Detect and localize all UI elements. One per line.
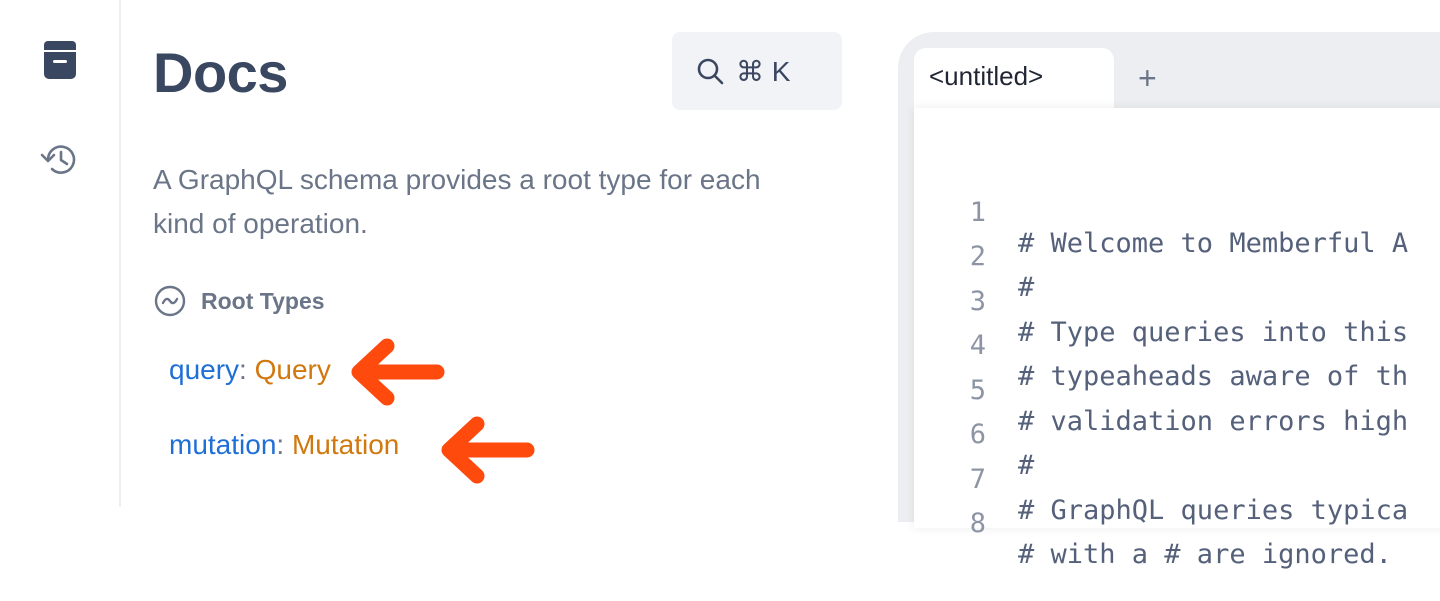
code-line: 2 # bbox=[914, 210, 1035, 303]
code-text: # bbox=[1018, 450, 1035, 481]
query-editor[interactable]: 1 # Welcome to Memberful A 2 # 3 # Type … bbox=[914, 108, 1440, 570]
tab-untitled[interactable]: <untitled> bbox=[914, 48, 1114, 108]
code-line: 7 # GraphQL queries typica bbox=[914, 433, 1408, 526]
code-text: # bbox=[1018, 272, 1035, 303]
add-tab-button[interactable]: + bbox=[1138, 60, 1157, 96]
field-type[interactable]: Query bbox=[255, 354, 331, 385]
line-number: 8 bbox=[969, 508, 986, 539]
code-text: # Welcome to Memberful A bbox=[1018, 228, 1409, 259]
docs-panel: Docs ⌘ K A GraphQL schema provides a roo… bbox=[121, 0, 898, 507]
code-line: 6 # bbox=[914, 388, 1035, 481]
editor-panel: <untitled> + 1 # Welcome to Memberful A … bbox=[898, 32, 1440, 570]
schema-description: A GraphQL schema provides a root type fo… bbox=[153, 164, 761, 239]
root-type-query[interactable]: query: Query bbox=[169, 354, 331, 386]
page-title: Docs bbox=[153, 41, 288, 104]
code-line: 8 # with a # are ignored. bbox=[914, 477, 1392, 570]
code-line: 3 # Type queries into this bbox=[914, 255, 1408, 348]
docs-button[interactable] bbox=[36, 36, 84, 84]
root-type-mutation[interactable]: mutation: Mutation bbox=[169, 429, 399, 461]
search-icon bbox=[697, 58, 724, 85]
annotation-arrow-icon bbox=[351, 338, 445, 406]
search-button[interactable]: ⌘ K bbox=[672, 32, 842, 110]
code-text: # typeaheads aware of th bbox=[1018, 361, 1409, 392]
book-icon bbox=[44, 41, 76, 79]
field-colon: : bbox=[239, 354, 247, 385]
code-line: 4 # typeaheads aware of th bbox=[914, 299, 1408, 392]
history-icon bbox=[40, 145, 76, 174]
field-colon: : bbox=[276, 429, 285, 460]
root-types-header: Root Types bbox=[153, 284, 325, 318]
field-name[interactable]: mutation bbox=[169, 429, 276, 460]
annotation-arrow-icon bbox=[441, 416, 535, 484]
code-line: 1 # Welcome to Memberful A bbox=[914, 166, 1408, 259]
history-button[interactable] bbox=[36, 136, 84, 184]
field-type[interactable]: Mutation bbox=[292, 429, 399, 460]
root-types-icon bbox=[154, 285, 186, 317]
search-shortcut: ⌘ K bbox=[736, 55, 791, 87]
code-text: # Type queries into this bbox=[1018, 317, 1409, 348]
code-line: 5 # validation errors high bbox=[914, 344, 1408, 437]
code-text: # with a # are ignored. bbox=[1018, 539, 1392, 570]
code-text: # validation errors high bbox=[1018, 406, 1409, 437]
field-name[interactable]: query bbox=[169, 354, 239, 385]
sidebar bbox=[0, 0, 121, 507]
root-types-label: Root Types bbox=[201, 287, 325, 314]
code-text: # GraphQL queries typica bbox=[1018, 495, 1409, 526]
